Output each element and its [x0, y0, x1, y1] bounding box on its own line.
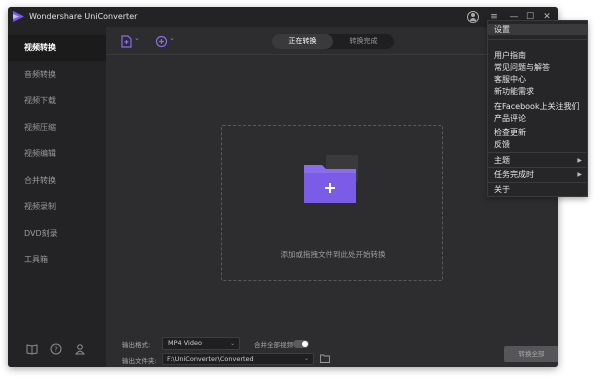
help-icon[interactable]: ? [50, 343, 62, 355]
sidebar-item-label: 视频录制 [24, 202, 56, 211]
menu-item-label: 在Facebook上关注我们 [494, 102, 580, 111]
account-icon[interactable] [74, 343, 86, 355]
sidebar-item-merge[interactable]: 合并转换 [8, 168, 106, 194]
menu-divider [488, 182, 587, 183]
sidebar-item-dvd-burn[interactable]: DVD刻录 [8, 221, 106, 247]
menu-item-feedback[interactable]: 反馈 [488, 139, 587, 150]
menu-item-label: 检查更新 [494, 128, 526, 137]
convert-all-button[interactable]: 转换全部 [504, 346, 558, 362]
menu-item-on-task-complete[interactable]: 任务完成时 ▶ [488, 169, 587, 180]
sidebar-item-label: 视频下载 [24, 96, 56, 105]
menu-item-label: 产品评论 [494, 114, 526, 123]
output-format-select[interactable]: MP4 Video ⌄ [162, 337, 240, 350]
conversion-tabs: 正在转换 转换完成 [272, 34, 394, 49]
menu-item-support[interactable]: 客服中心 [488, 74, 587, 85]
menu-item-about[interactable]: 关于 [488, 184, 587, 195]
tab-converting[interactable]: 正在转换 [272, 34, 333, 49]
menu-item-label: 任务完成时 [494, 170, 534, 179]
chevron-down-icon[interactable]: ⌄ [134, 34, 140, 42]
menu-item-label: 用户指南 [494, 51, 526, 60]
chevron-right-icon: ▶ [577, 171, 582, 178]
menu-item-user-guide[interactable]: 用户指南 [488, 50, 587, 61]
svg-text:?: ? [54, 346, 58, 354]
chevron-right-icon: ▶ [577, 157, 582, 164]
sidebar-item-audio-convert[interactable]: 音频转换 [8, 62, 106, 88]
output-folder-field[interactable]: F:\UniConverter\Converted ⌄ [162, 353, 314, 365]
menu-divider [488, 152, 587, 153]
menu-divider [488, 167, 587, 168]
sidebar-item-video-convert[interactable]: 视频转换 [8, 35, 106, 61]
sidebar-item-video-compress[interactable]: 视频压缩 [8, 115, 106, 141]
output-format-value: MP4 Video [168, 339, 202, 347]
menu-item-review[interactable]: 产品评论 [488, 113, 587, 124]
menu-item-facebook[interactable]: 在Facebook上关注我们 [488, 101, 587, 112]
user-account-icon[interactable] [467, 11, 479, 23]
menu-item-label: 反馈 [494, 140, 510, 149]
menu-item-theme[interactable]: 主题 ▶ [488, 155, 587, 166]
sidebar-item-label: 工具箱 [24, 255, 48, 264]
sidebar-item-label: 音频转换 [24, 70, 56, 79]
sidebar-item-label: 视频编辑 [24, 149, 56, 158]
drop-zone-text: 添加或拖拽文件到此处开始转换 [280, 250, 386, 259]
title-bar: Wondershare UniConverter ≡ — ☐ ✕ [8, 7, 558, 27]
chevron-down-icon[interactable]: ⌄ [169, 34, 175, 42]
sidebar-item-toolbox[interactable]: 工具箱 [8, 247, 106, 273]
add-media-icon[interactable] [155, 35, 168, 48]
output-settings-bar: 输出格式: MP4 Video ⌄ 合并全部视频 输出文件夹: F:\UniCo… [106, 330, 558, 367]
tab-converted[interactable]: 转换完成 [333, 34, 394, 49]
menu-item-label: 主题 [494, 156, 510, 165]
drop-zone[interactable]: 添加或拖拽文件到此处开始转换 [221, 125, 443, 281]
menu-item-label: 常见问题与解答 [494, 63, 550, 72]
chevron-down-icon: ⌄ [303, 355, 309, 362]
menu-item-label: 设置 [494, 25, 510, 34]
sidebar-item-label: 合并转换 [24, 176, 56, 185]
menu-item-feature-request[interactable]: 新功能需求 [488, 86, 587, 97]
sidebar: 视频转换 音频转换 视频下载 视频压缩 视频编辑 合并转换 视频录制 DVD刻录… [8, 27, 106, 367]
sidebar-item-label: DVD刻录 [24, 229, 58, 238]
menu-item-label: 客服中心 [494, 75, 526, 84]
output-folder-value: F:\UniConverter\Converted [167, 355, 254, 363]
output-folder-label: 输出文件夹: [122, 357, 157, 365]
menu-item-label: 新功能需求 [494, 87, 534, 96]
book-icon[interactable] [26, 343, 38, 355]
output-format-label: 输出格式: [122, 341, 151, 349]
add-file-icon[interactable] [120, 35, 133, 48]
menu-divider [488, 39, 587, 40]
sidebar-item-label: 视频转换 [24, 43, 56, 52]
open-folder-icon[interactable] [320, 354, 330, 363]
menu-item-settings[interactable]: 设置 [488, 24, 587, 35]
app-title: Wondershare UniConverter [29, 12, 138, 21]
sidebar-item-screen-record[interactable]: 视频录制 [8, 194, 106, 220]
chevron-down-icon: ⌄ [229, 340, 235, 347]
sidebar-item-video-download[interactable]: 视频下载 [8, 88, 106, 114]
merge-all-toggle[interactable] [293, 340, 309, 348]
app-logo-icon [13, 11, 24, 22]
sidebar-item-video-edit[interactable]: 视频编辑 [8, 141, 106, 167]
merge-all-label: 合并全部视频 [254, 341, 293, 349]
settings-dropdown-menu: 设置 用户指南 常见问题与解答 客服中心 新功能需求 在Facebook上关注我… [487, 20, 588, 197]
menu-item-check-update[interactable]: 检查更新 [488, 127, 587, 138]
menu-item-faq[interactable]: 常见问题与解答 [488, 62, 587, 73]
menu-item-label: 关于 [494, 185, 510, 194]
sidebar-item-label: 视频压缩 [24, 123, 56, 132]
app-window: Wondershare UniConverter ≡ — ☐ ✕ 视频转换 音频… [8, 7, 558, 367]
add-folder-icon[interactable] [304, 153, 360, 205]
